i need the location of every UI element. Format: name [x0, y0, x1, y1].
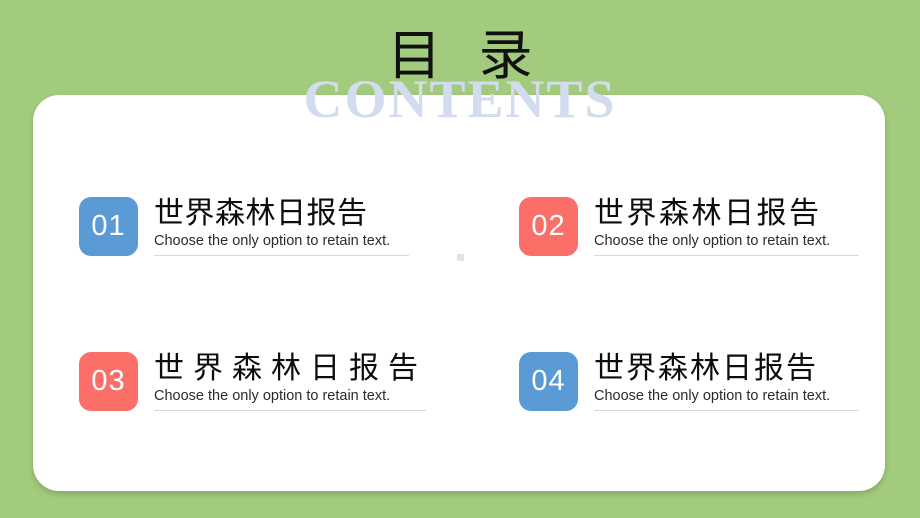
content-card — [33, 95, 885, 491]
entry-number-badge-04: 04 — [519, 352, 578, 411]
entry-subtitle-04: Choose the only option to retain text. — [594, 387, 831, 404]
entry-text-block-02: 世界森林日报告 Choose the only option to retain… — [594, 196, 859, 257]
toc-entry-04[interactable]: 04 世界森林日报告 Choose the only option to ret… — [519, 351, 859, 412]
entry-text-block-04: 世界森林日报告 Choose the only option to retain… — [594, 351, 859, 412]
slide-canvas: CONTENTS 目 录 01 世界森林日报告 Choose the only … — [0, 0, 920, 518]
entry-title-04: 世界森林日报告 — [594, 351, 818, 386]
page-title: 目 录 — [387, 24, 543, 87]
toc-entry-03[interactable]: 03 世界森林日报告 Choose the only option to ret… — [79, 351, 427, 412]
entry-text-block-01: 世界森林日报告 Choose the only option to retain… — [154, 196, 409, 257]
entry-underline-01 — [154, 255, 409, 257]
center-divider-dot — [457, 254, 464, 261]
entry-underline-03 — [154, 410, 426, 412]
entry-subtitle-01: Choose the only option to retain text. — [154, 232, 391, 249]
entry-title-03: 世界森林日报告 — [154, 351, 427, 386]
entry-subtitle-02: Choose the only option to retain text. — [594, 232, 831, 249]
entry-underline-02 — [594, 255, 859, 257]
entry-underline-04 — [594, 410, 859, 412]
entry-number-badge-01: 01 — [79, 197, 138, 256]
entry-number-badge-02: 02 — [519, 197, 578, 256]
entry-title-02: 世界森林日报告 — [594, 196, 822, 231]
entry-number-badge-03: 03 — [79, 352, 138, 411]
toc-entry-01[interactable]: 01 世界森林日报告 Choose the only option to ret… — [79, 196, 409, 257]
entry-subtitle-03: Choose the only option to retain text. — [154, 387, 391, 404]
toc-entry-02[interactable]: 02 世界森林日报告 Choose the only option to ret… — [519, 196, 859, 257]
entry-text-block-03: 世界森林日报告 Choose the only option to retain… — [154, 351, 427, 412]
entry-title-01: 世界森林日报告 — [154, 196, 368, 231]
